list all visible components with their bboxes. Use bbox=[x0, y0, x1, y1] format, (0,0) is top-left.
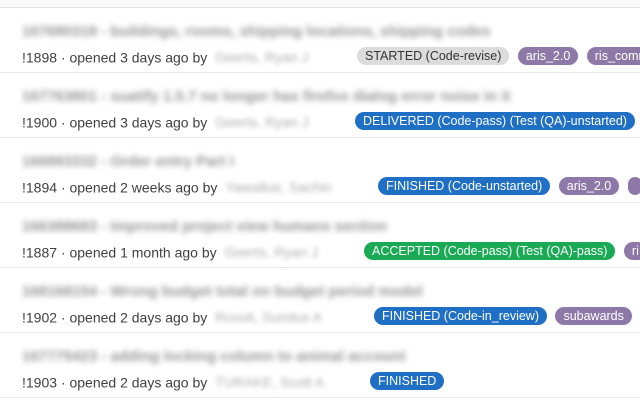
merge-request-meta: !1900 · opened 3 days ago by Geerts, Rya… bbox=[22, 110, 309, 132]
label-badge[interactable]: FINISHED bbox=[370, 372, 445, 390]
merge-request-item[interactable]: 167775423 - adding locking column to ani… bbox=[0, 333, 640, 398]
merge-request-title[interactable]: 167775423 - adding locking column to ani… bbox=[22, 348, 405, 365]
label-badge[interactable]: aris_2.0 bbox=[558, 177, 620, 195]
merge-request-id[interactable]: !1903 bbox=[22, 374, 57, 390]
merge-request-title[interactable]: 166893332 - Order entry Part I bbox=[22, 153, 234, 170]
opened-text: · opened 1 month ago by bbox=[60, 244, 217, 261]
list-top-border bbox=[0, 0, 640, 8]
merge-request-list: 167680318 - buildings, rooms, shipping l… bbox=[0, 8, 640, 398]
label-list: FINISHED bbox=[370, 372, 448, 390]
merge-request-item[interactable]: 166388683 - Improved project view humans… bbox=[0, 203, 640, 268]
label-badge[interactable]: DELIVERED (Code-pass) (Test (QA)-unstart… bbox=[355, 112, 635, 130]
author-link[interactable]: Geerts, Ryan J bbox=[215, 111, 308, 133]
label-list: DELIVERED (Code-pass) (Test (QA)-unstart… bbox=[355, 112, 639, 130]
merge-request-meta: !1894 · opened 2 weeks ago by Yawalkar, … bbox=[22, 175, 332, 197]
label-list: ACCEPTED (Code-pass) (Test (QA)-pass) ri bbox=[364, 242, 640, 260]
author-link[interactable]: Geerts, Ryan J bbox=[215, 46, 308, 68]
merge-request-meta: !1903 · opened 2 days ago by TURAKE, Sco… bbox=[22, 370, 324, 392]
opened-text: · opened 3 days ago by bbox=[60, 49, 208, 66]
merge-request-title[interactable]: 167763801 - suatify 1.5.7 no longer has … bbox=[22, 88, 511, 105]
merge-request-item[interactable]: 168168154 - Wrong budget total on budget… bbox=[0, 268, 640, 333]
label-badge[interactable]: FINISHED (Code-in_review) bbox=[374, 307, 547, 325]
opened-text: · opened 2 days ago by bbox=[60, 309, 208, 326]
opened-text: · opened 2 days ago by bbox=[60, 374, 208, 391]
merge-request-id[interactable]: !1902 bbox=[22, 309, 57, 325]
merge-request-title[interactable]: 168168154 - Wrong budget total on budget… bbox=[22, 283, 423, 300]
label-badge[interactable]: FINISHED (Code-unstarted) bbox=[378, 177, 551, 195]
merge-request-item[interactable]: 167680318 - buildings, rooms, shipping l… bbox=[0, 8, 640, 73]
merge-request-item[interactable]: 166893332 - Order entry Part I !1894 · o… bbox=[0, 138, 640, 203]
opened-text: · opened 2 weeks ago by bbox=[60, 179, 218, 196]
label-badge[interactable]: ris_comm bbox=[586, 47, 640, 65]
label-badge[interactable] bbox=[627, 177, 640, 195]
author-link[interactable]: Geerts, Ryan J bbox=[225, 241, 318, 263]
merge-request-id[interactable]: !1898 bbox=[22, 49, 57, 65]
merge-request-meta: !1898 · opened 3 days ago by Geerts, Rya… bbox=[22, 45, 309, 67]
author-link[interactable]: Yawalkar, Sachin bbox=[225, 176, 331, 198]
merge-request-meta: !1902 · opened 2 days ago by Rosoli, Sun… bbox=[22, 305, 322, 327]
label-list: STARTED (Code-revise) aris_2.0 ris_comm bbox=[357, 47, 640, 65]
label-list: FINISHED (Code-in_review) subawards bbox=[374, 307, 636, 325]
author-link[interactable]: TURAKE, Scott A bbox=[215, 371, 324, 393]
merge-request-title[interactable]: 167680318 - buildings, rooms, shipping l… bbox=[22, 23, 490, 40]
merge-request-id[interactable]: !1894 bbox=[22, 179, 57, 195]
label-badge[interactable]: ACCEPTED (Code-pass) (Test (QA)-pass) bbox=[364, 242, 616, 260]
label-badge[interactable]: STARTED (Code-revise) bbox=[357, 47, 510, 65]
merge-request-title[interactable]: 166388683 - Improved project view humans… bbox=[22, 218, 387, 235]
merge-request-meta: !1887 · opened 1 month ago by Geerts, Ry… bbox=[22, 240, 318, 262]
opened-text: · opened 3 days ago by bbox=[60, 114, 208, 131]
label-list: FINISHED (Code-unstarted) aris_2.0 bbox=[378, 177, 640, 195]
merge-request-id[interactable]: !1900 bbox=[22, 114, 57, 130]
label-badge[interactable]: aris_2.0 bbox=[517, 47, 579, 65]
author-link[interactable]: Rosoli, Sundus A bbox=[215, 306, 322, 328]
label-badge[interactable]: ri bbox=[623, 242, 640, 260]
merge-request-item[interactable]: 167763801 - suatify 1.5.7 no longer has … bbox=[0, 73, 640, 138]
label-badge[interactable]: subawards bbox=[555, 307, 632, 325]
merge-request-id[interactable]: !1887 bbox=[22, 244, 57, 260]
